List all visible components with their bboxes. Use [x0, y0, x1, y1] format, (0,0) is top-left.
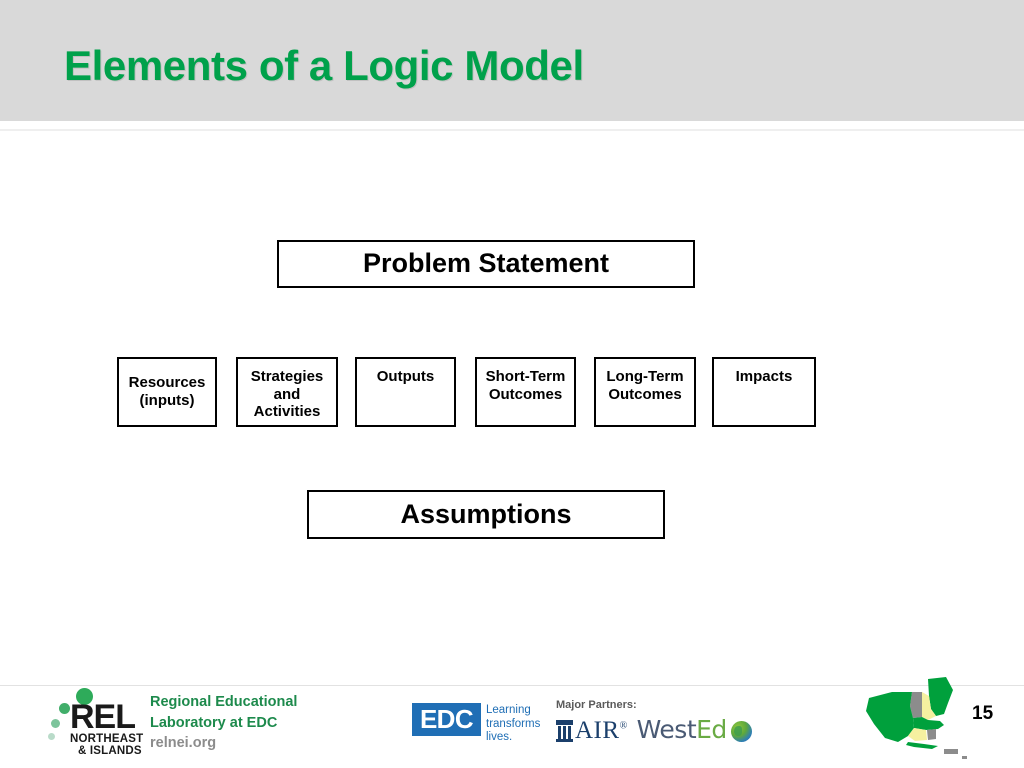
- logic-box-strategies-line1: Strategies: [250, 368, 324, 385]
- rel-region-line1: NORTHEAST: [70, 733, 144, 745]
- rel-dot-tiny-icon: [48, 733, 55, 740]
- edc-tagline-line3: lives.: [486, 731, 513, 744]
- logic-box-long-term-line1: Long-Term: [606, 368, 684, 385]
- rel-logo: REL NORTHEAST & ISLANDS: [48, 688, 160, 757]
- wested-globe-icon: [730, 721, 752, 743]
- rel-name-block: Regional Educational Laboratory at EDC r…: [150, 692, 390, 755]
- logic-box-short-term-line1: Short-Term: [485, 368, 566, 385]
- air-registered-icon: ®: [619, 720, 628, 732]
- logic-model-diagram: Problem Statement Resources (inputs) Str…: [0, 0, 1024, 768]
- logic-box-short-term-outcomes: Short-Term Outcomes: [475, 357, 576, 427]
- map-state-long-island: [906, 742, 938, 749]
- logic-box-outputs: Outputs: [355, 357, 456, 427]
- edc-tagline-line1: Learning: [486, 704, 531, 716]
- map-state-puerto-rico: [944, 749, 958, 754]
- edc-wordmark: EDC: [412, 703, 481, 736]
- logic-box-problem-statement-label: Problem Statement: [362, 248, 610, 279]
- northeast-islands-map: [852, 676, 968, 764]
- major-partners-logos: AIR® WestEd: [556, 714, 752, 745]
- logic-box-strategies-line3: Activities: [253, 403, 321, 421]
- major-partners-label: Major Partners:: [556, 699, 637, 711]
- logic-box-impacts: Impacts: [712, 357, 816, 427]
- logic-box-problem-statement: Problem Statement: [277, 240, 695, 288]
- logic-box-resources-line2: (inputs): [139, 392, 195, 409]
- page-number: 15: [972, 703, 994, 724]
- rel-dot-small-icon: [51, 719, 60, 728]
- wested-logo: WestEd: [636, 715, 752, 745]
- air-wordmark: AIR®: [575, 717, 628, 745]
- wested-wordmark-ed: Ed: [696, 715, 727, 745]
- wested-wordmark-west: West: [636, 715, 697, 745]
- air-wordmark-text: AIR: [575, 717, 620, 745]
- logic-box-assumptions-label: Assumptions: [400, 498, 572, 529]
- rel-region-line2: & ISLANDS: [78, 745, 142, 757]
- map-state-virgin-islands: [962, 756, 967, 759]
- logic-box-assumptions: Assumptions: [307, 490, 665, 539]
- logic-box-short-term-line2: Outcomes: [488, 385, 563, 403]
- logic-box-strategies-activities: Strategies and Activities: [236, 357, 338, 427]
- logic-box-outputs-line1: Outputs: [376, 368, 435, 385]
- logic-box-long-term-line2: Outcomes: [608, 385, 682, 403]
- edc-tagline-line2: transforms: [486, 717, 541, 730]
- map-state-rhode-island: [927, 729, 936, 740]
- rel-dot-medium-icon: [59, 703, 70, 714]
- rel-name-line1: Regional Educational: [150, 694, 298, 710]
- air-logo: AIR®: [556, 717, 628, 745]
- map-state-new-york: [866, 692, 914, 742]
- logic-box-resources: Resources (inputs): [117, 357, 217, 427]
- logic-box-long-term-outcomes: Long-Term Outcomes: [594, 357, 696, 427]
- wested-wordmark: WestEd: [636, 715, 728, 745]
- edc-tagline: Learning transforms lives.: [486, 704, 540, 745]
- rel-acronym: REL: [70, 698, 136, 736]
- rel-name-line2: Laboratory at EDC: [150, 714, 278, 731]
- major-partners-block: Major Partners: AIR® WestEd: [556, 699, 752, 745]
- logic-box-strategies-line2: and: [273, 385, 301, 403]
- logic-box-resources-line1: Resources: [128, 374, 206, 392]
- logic-box-impacts-line1: Impacts: [735, 368, 793, 385]
- air-building-icon: [556, 720, 573, 743]
- rel-website: relnei.org: [150, 735, 217, 752]
